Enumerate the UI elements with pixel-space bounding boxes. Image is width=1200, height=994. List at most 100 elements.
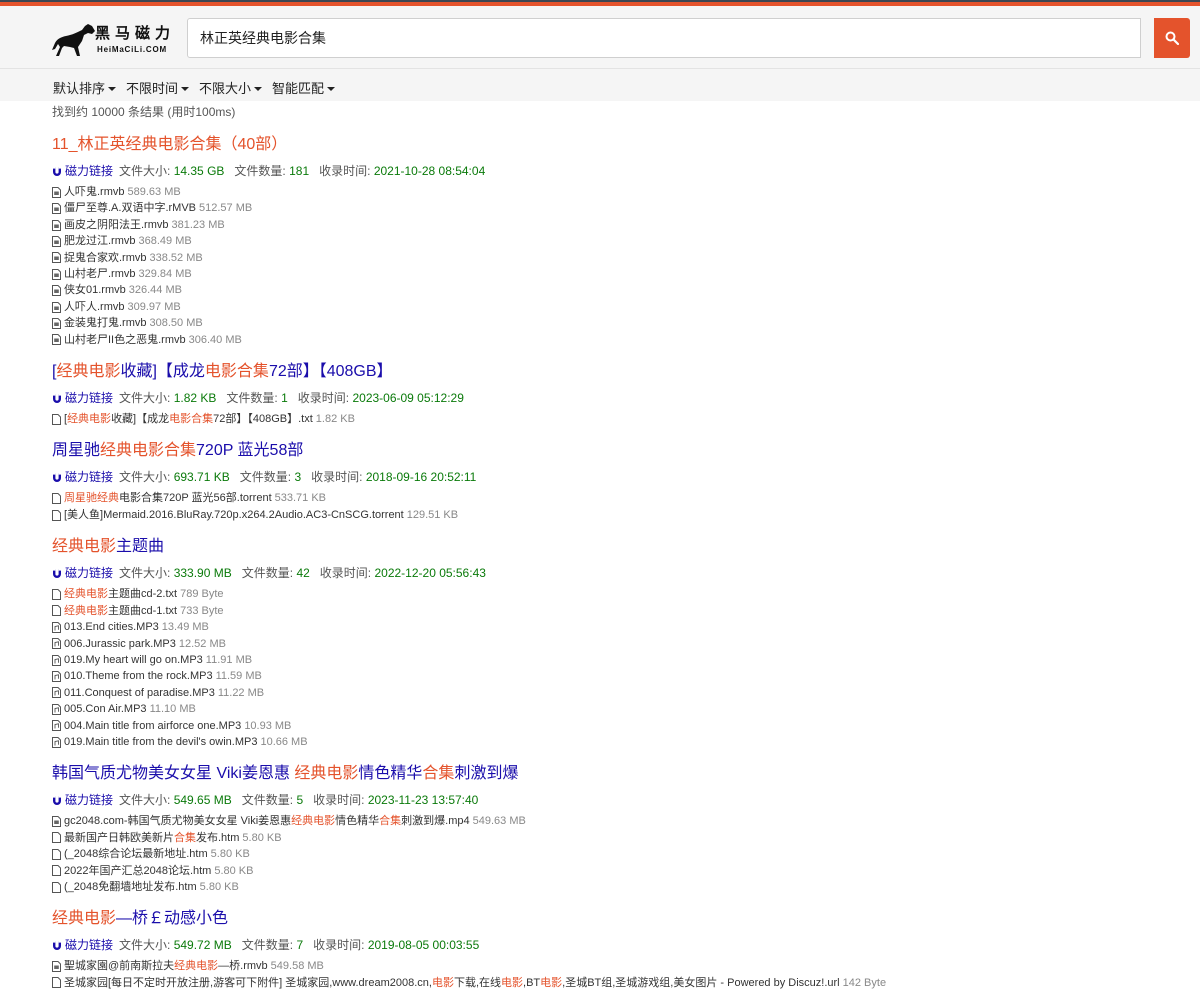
title-text: —桥￡动感小色 <box>116 910 229 928</box>
search-input[interactable] <box>187 18 1141 58</box>
file-size: 308.50 MB <box>149 317 203 330</box>
magnet-icon <box>52 795 65 806</box>
audio-file-icon <box>52 671 61 683</box>
time-filter-label: 不限时间 <box>126 81 179 96</box>
index-time-label: 收录时间: <box>297 391 350 406</box>
file-size: 338.52 MB <box>149 251 203 264</box>
audio-file-icon <box>52 654 61 666</box>
file-name: ,BT <box>523 976 541 989</box>
size-filter-dropdown[interactable]: 不限大小 <box>199 78 263 97</box>
magnet-icon <box>52 166 65 177</box>
magnet-link[interactable]: 磁力链接 <box>52 791 113 809</box>
text-file-icon <box>52 881 61 893</box>
highlighted-text: 经典电影 <box>291 815 336 828</box>
file-size: 129.51 KB <box>406 508 459 521</box>
highlighted-text: 经典电影 <box>294 765 359 783</box>
magnet-link[interactable]: 磁力链接 <box>52 564 113 582</box>
magnet-icon <box>52 940 65 951</box>
file-name: 013.End cities.MP3 <box>64 621 159 634</box>
file-list-item: 金装鬼打鬼.rmvb 308.50 MB <box>52 315 1182 331</box>
audio-file-icon <box>52 720 61 732</box>
magnet-icon <box>52 393 65 404</box>
file-list: 聖城家園@前南斯拉夫 经典电影 —桥.rmvb 549.58 MB 圣城家园[每日不定时… <box>52 958 1182 991</box>
highlighted-text: 经典电影 <box>56 363 121 381</box>
result-title-link[interactable]: 经典电影主题曲 <box>52 536 1182 558</box>
highlighted-text: 经典电影 <box>52 538 117 556</box>
file-count-label: 文件数量: <box>241 938 294 953</box>
file-name: [美人鱼]Mermaid.2016.BluRay.720p.x264.2Audi… <box>64 508 404 521</box>
title-text: 刺激到爆 <box>454 765 519 783</box>
file-size-value: 1.82 KB <box>173 391 217 406</box>
magnet-link-label: 磁力链接 <box>65 938 114 953</box>
file-name: 最新国产日韩欧美新片 <box>64 831 174 844</box>
result-meta: 磁力链接 文件大小: 549.72 MB 文件数量: 7 收录时间: 2019-08-… <box>52 936 1182 954</box>
video-file-icon <box>52 961 61 973</box>
file-count-value: 1 <box>281 391 288 406</box>
file-name: 情色精华 <box>335 815 380 828</box>
text-file-icon <box>52 605 61 617</box>
text-file-icon <box>52 865 61 877</box>
highlighted-text: 电影 <box>431 976 454 989</box>
video-file-icon <box>52 235 61 247</box>
magnet-link[interactable]: 磁力链接 <box>52 468 113 486</box>
site-logo[interactable]: 黑马磁力 HeiMaCiLi.COM <box>52 20 182 62</box>
highlighted-text: 电影合集 <box>169 413 214 426</box>
file-size: 11.10 MB <box>149 703 196 716</box>
index-time-label: 收录时间: <box>311 470 363 485</box>
index-time-value: 2019-08-05 00:03:55 <box>367 938 480 953</box>
match-mode-dropdown[interactable]: 智能匹配 <box>272 78 336 97</box>
file-name: ,圣城BT组,圣城游戏组,美女图片 - Powered by Discuz!.u… <box>562 976 840 989</box>
highlighted-text: 经典电影 <box>52 910 117 928</box>
result-title-link[interactable]: 韩国气质尤物美女女星 Viki姜恩惠 经典电影情色精华合集刺激到爆 <box>52 763 1182 785</box>
magnet-link[interactable]: 磁力链接 <box>52 389 113 407</box>
file-name: 006.Jurassic park.MP3 <box>64 637 176 650</box>
search-button[interactable] <box>1154 18 1190 58</box>
magnet-icon <box>52 568 65 579</box>
audio-file-icon <box>52 638 61 650</box>
size-filter-label: 不限大小 <box>199 81 252 96</box>
file-name: 电影合集720P 蓝光56部.torrent <box>119 492 272 505</box>
file-name: 004.Main title from airforce one.MP3 <box>64 719 242 732</box>
file-list-item: 011.Conquest of paradise.MP3 11.22 MB <box>52 685 1182 701</box>
highlighted-text: 经典电影 <box>67 413 112 426</box>
result-title-link[interactable]: 周星驰经典电影合集720P 蓝光58部 <box>52 440 1182 462</box>
magnet-link-label: 磁力链接 <box>65 793 114 808</box>
sort-dropdown[interactable]: 默认排序 <box>53 78 117 97</box>
file-name: 山村老尸II色之恶鬼.rmvb <box>64 333 186 346</box>
file-name: 金装鬼打鬼.rmvb <box>64 317 147 330</box>
file-name: 011.Conquest of paradise.MP3 <box>64 686 215 699</box>
file-list-item: [美人鱼]Mermaid.2016.BluRay.720p.x264.2Audi… <box>52 507 1182 523</box>
file-size: 533.71 KB <box>274 492 327 505</box>
result-title-link[interactable]: 11_林正英经典电影合集（40部） <box>52 134 1182 156</box>
file-name: 捉鬼合家欢.rmvb <box>64 251 147 264</box>
file-count-value: 3 <box>294 470 302 485</box>
file-list-item: (_2048免翻墙地址发布.htm 5.80 KB <box>52 879 1182 895</box>
title-text: 情色精华 <box>358 765 423 783</box>
magnet-link[interactable]: 磁力链接 <box>52 936 113 954</box>
file-name: 僵尸至尊.A.双语中字.rMVB <box>64 202 197 215</box>
result-title-link[interactable]: 经典电影—桥￡动感小色 <box>52 908 1182 930</box>
video-file-icon <box>52 285 61 297</box>
file-size: 10.93 MB <box>244 719 292 732</box>
file-list-item: 肥龙过江.rmvb 368.49 MB <box>52 233 1182 249</box>
search-result: 11_林正英经典电影合集（40部） 磁力链接 文件大小: 14.35 GB 文件数量:… <box>52 134 1182 348</box>
title-text: 收藏]【成龙 <box>120 363 205 381</box>
result-stats: 找到约 10000 条结果 (用时100ms) <box>52 105 236 119</box>
file-count-value: 181 <box>289 164 310 178</box>
audio-file-icon <box>52 687 61 699</box>
highlighted-text: 合集 <box>422 765 455 783</box>
result-title-link[interactable]: [经典电影收藏]【成龙电影合集72部】【408GB】 <box>52 361 1182 383</box>
magnet-link-label: 磁力链接 <box>65 391 114 406</box>
file-count-label: 文件数量: <box>241 566 294 581</box>
index-time-label: 收录时间: <box>319 566 372 581</box>
results-list: 11_林正英经典电影合集（40部） 磁力链接 文件大小: 14.35 GB 文件数量:… <box>52 134 1182 991</box>
file-name: 019.Main title from the devil's owin.MP3 <box>64 735 258 748</box>
magnet-link[interactable]: 磁力链接 <box>52 162 113 180</box>
file-name: 收藏]【成龙 <box>111 413 170 426</box>
highlighted-text: 合集 <box>379 815 402 828</box>
chevron-down-icon <box>327 86 336 91</box>
audio-file-icon <box>52 621 61 633</box>
video-file-icon <box>52 219 61 231</box>
index-time-label: 收录时间: <box>313 938 365 953</box>
time-filter-dropdown[interactable]: 不限时间 <box>126 78 190 97</box>
